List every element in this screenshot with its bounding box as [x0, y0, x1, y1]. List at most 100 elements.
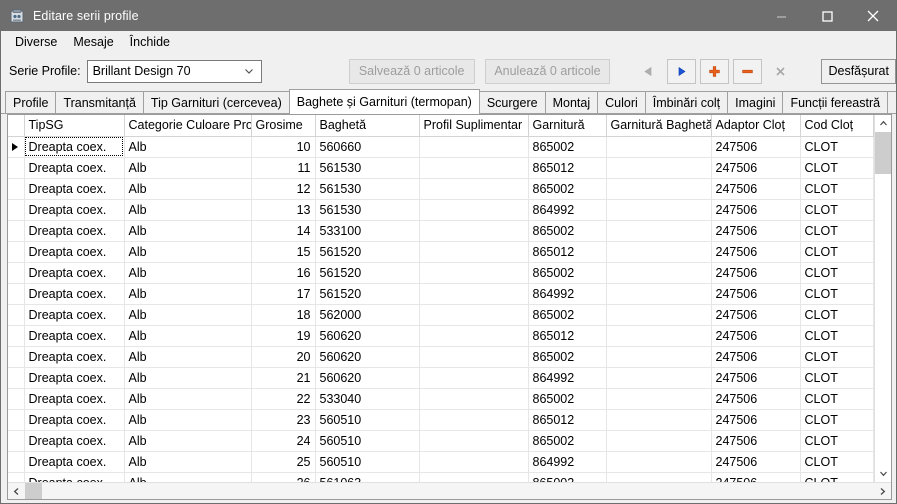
cell-profil_supl[interactable] — [419, 241, 529, 263]
table-row[interactable]: Dreapta coex. Alb 11 561530 865012 247506 CLOT… — [8, 157, 874, 179]
cell-categorie[interactable]: Alb — [124, 241, 252, 263]
cell-bagheta[interactable]: 560620 — [315, 346, 420, 368]
column-header-cant_clot[interactable]: CantClotPerLatura — [873, 115, 874, 137]
cell-adaptor_clot[interactable]: 247506 — [711, 451, 801, 473]
cell-profil_supl[interactable] — [419, 199, 529, 221]
cell-cant_clot[interactable]: 2 — [873, 283, 874, 305]
cell-grosime[interactable]: 13 — [251, 199, 316, 221]
cell-bagheta[interactable]: 560620 — [315, 325, 420, 347]
table-row[interactable]: Dreapta coex. Alb 16 561520 865002 247506 CLOT… — [8, 262, 874, 284]
cell-adaptor_clot[interactable]: 247506 — [711, 220, 801, 242]
column-header-grosime[interactable]: Grosime — [251, 115, 316, 137]
cell-cant_clot[interactable]: 2 — [873, 346, 874, 368]
row-selector[interactable] — [8, 325, 25, 347]
cell-profil_supl[interactable] — [419, 451, 529, 473]
cell-bagheta[interactable]: 560620 — [315, 367, 420, 389]
cell-categorie[interactable]: Alb — [124, 325, 252, 347]
cell-categorie[interactable]: Alb — [124, 136, 252, 158]
cell-cod_clot[interactable]: CLOT — [800, 367, 874, 389]
maximize-icon[interactable] — [804, 1, 850, 31]
cell-adaptor_clot[interactable]: 247506 — [711, 430, 801, 452]
cell-adaptor_clot[interactable]: 247506 — [711, 472, 801, 482]
cell-profil_supl[interactable] — [419, 388, 529, 410]
menu-item-inchide[interactable]: Închide — [122, 33, 178, 51]
tab-transmitan[interactable]: Transmitanță — [55, 91, 144, 113]
cell-adaptor_clot[interactable]: 247506 — [711, 325, 801, 347]
cell-cant_clot[interactable]: 2 — [873, 367, 874, 389]
column-header-profil_supl[interactable]: Profil Suplimentar — [419, 115, 529, 137]
minimize-icon[interactable] — [758, 1, 804, 31]
menu-item-mesaje[interactable]: Mesaje — [65, 33, 121, 51]
cell-garnitura[interactable]: 865002 — [528, 346, 607, 368]
cell-garnitura_bagheta[interactable] — [606, 472, 712, 482]
tab-func-ii-fereastr[interactable]: Funcții fereastră — [782, 91, 889, 113]
cell-cant_clot[interactable]: 2 — [873, 409, 874, 431]
cell-garnitura[interactable]: 865002 — [528, 304, 607, 326]
cell-categorie[interactable]: Alb — [124, 367, 252, 389]
column-header-garnitura[interactable]: Garnitură — [528, 115, 607, 137]
cell-grosime[interactable]: 18 — [251, 304, 316, 326]
prev-record-icon[interactable] — [634, 58, 664, 84]
cell-grosime[interactable]: 22 — [251, 388, 316, 410]
tab-mbin-ri-col[interactable]: Îmbinări colț — [644, 91, 729, 113]
table-row[interactable]: Dreapta coex. Alb 19 560620 865012 247506 CLOT… — [8, 325, 874, 347]
cell-bagheta[interactable]: 561530 — [315, 178, 420, 200]
cell-garnitura[interactable]: 864992 — [528, 451, 607, 473]
cell-adaptor_clot[interactable]: 247506 — [711, 283, 801, 305]
cell-tipsg[interactable]: Dreapta coex. — [24, 346, 125, 368]
table-row[interactable]: Dreapta coex. Alb 10 560660 865002 247506 CLOT… — [8, 136, 874, 158]
row-selector[interactable] — [8, 178, 25, 200]
row-selector[interactable] — [8, 220, 25, 242]
cell-bagheta[interactable]: 561520 — [315, 262, 420, 284]
cell-bagheta[interactable]: 560510 — [315, 430, 420, 452]
cell-cant_clot[interactable]: 2 — [873, 304, 874, 326]
cell-garnitura_bagheta[interactable] — [606, 220, 712, 242]
expand-button[interactable]: Desfășurat — [821, 58, 896, 84]
horizontal-scrollbar[interactable] — [8, 482, 891, 499]
cell-tipsg[interactable]: Dreapta coex. — [24, 283, 125, 305]
cancel-button[interactable]: Anulează 0 articole — [484, 58, 611, 84]
row-selector[interactable] — [8, 283, 25, 305]
cell-grosime[interactable]: 10 — [251, 136, 316, 158]
cell-tipsg[interactable]: Dreapta coex. — [24, 367, 125, 389]
cell-garnitura[interactable]: 865012 — [528, 325, 607, 347]
cell-profil_supl[interactable] — [419, 346, 529, 368]
cell-cant_clot[interactable]: 2 — [873, 157, 874, 179]
scroll-down-icon[interactable] — [875, 465, 891, 482]
cell-bagheta[interactable]: 560510 — [315, 451, 420, 473]
cell-adaptor_clot[interactable]: 247506 — [711, 304, 801, 326]
table-row[interactable]: Dreapta coex. Alb 15 561520 865012 247506 CLOT… — [8, 241, 874, 263]
cell-adaptor_clot[interactable]: 247506 — [711, 346, 801, 368]
cell-garnitura[interactable]: 865002 — [528, 472, 607, 482]
cell-tipsg[interactable]: Dreapta coex. — [24, 451, 125, 473]
cell-cant_clot[interactable]: 2 — [873, 451, 874, 473]
cell-cod_clot[interactable]: CLOT — [800, 157, 874, 179]
close-icon[interactable] — [850, 1, 896, 31]
cell-garnitura_bagheta[interactable] — [606, 367, 712, 389]
cell-adaptor_clot[interactable]: 247506 — [711, 367, 801, 389]
vertical-scrollbar[interactable] — [874, 115, 891, 482]
cell-grosime[interactable]: 20 — [251, 346, 316, 368]
cell-garnitura[interactable]: 865002 — [528, 388, 607, 410]
cell-grosime[interactable]: 16 — [251, 262, 316, 284]
save-button[interactable]: Salvează 0 articole — [348, 58, 475, 84]
cell-grosime[interactable]: 11 — [251, 157, 316, 179]
cell-cant_clot[interactable]: 2 — [873, 220, 874, 242]
cell-cod_clot[interactable]: CLOT — [800, 388, 874, 410]
cell-garnitura_bagheta[interactable] — [606, 346, 712, 368]
cell-garnitura_bagheta[interactable] — [606, 199, 712, 221]
cell-cod_clot[interactable]: CLOT — [800, 409, 874, 431]
cell-adaptor_clot[interactable]: 247506 — [711, 262, 801, 284]
cell-profil_supl[interactable] — [419, 178, 529, 200]
table-row[interactable]: Dreapta coex. Alb 22 533040 865002 247506 CLOT… — [8, 388, 874, 410]
cell-bagheta[interactable]: 560660 — [315, 136, 420, 158]
cell-categorie[interactable]: Alb — [124, 346, 252, 368]
cell-garnitura[interactable]: 865012 — [528, 157, 607, 179]
column-header-cod_clot[interactable]: Cod Cloț — [800, 115, 874, 137]
cell-garnitura[interactable]: 864992 — [528, 283, 607, 305]
cell-bagheta[interactable]: 561520 — [315, 283, 420, 305]
cell-grosime[interactable]: 12 — [251, 178, 316, 200]
cell-profil_supl[interactable] — [419, 472, 529, 482]
row-selector[interactable] — [8, 241, 25, 263]
cell-cant_clot[interactable]: 2 — [873, 136, 874, 158]
